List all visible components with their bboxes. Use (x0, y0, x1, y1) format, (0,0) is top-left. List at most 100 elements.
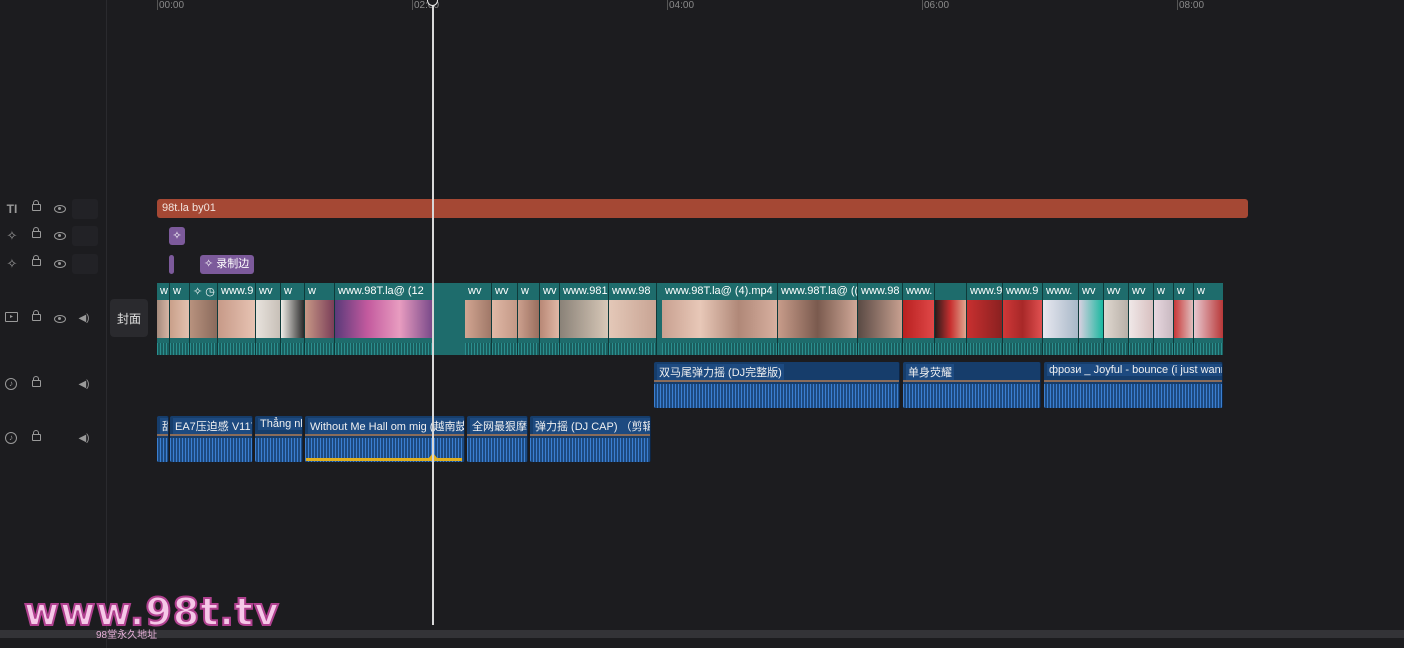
audio-waveform (518, 343, 539, 355)
video-clip[interactable]: wv (256, 283, 281, 355)
video-clip-label: www.98T.la@ (12 (338, 285, 424, 297)
video-clip[interactable]: w (1154, 283, 1174, 355)
text-clip[interactable]: 98t.la by01 (157, 199, 1248, 218)
video-clip[interactable]: www.9 (1003, 283, 1043, 355)
audio-waveform (1003, 343, 1042, 355)
volume-line[interactable] (157, 434, 168, 436)
volume-line[interactable] (1044, 380, 1222, 382)
effect-clip[interactable]: ✧ (169, 227, 185, 245)
playhead[interactable] (432, 0, 434, 625)
audio-clip[interactable]: 全网最狠摩托 (467, 416, 528, 462)
video-clip[interactable]: www.9 (967, 283, 1003, 355)
video-clip[interactable]: w (281, 283, 305, 355)
lock-icon[interactable] (32, 310, 41, 321)
volume-line[interactable] (305, 434, 464, 436)
video-clip[interactable]: w (1174, 283, 1194, 355)
eye-icon[interactable] (54, 232, 66, 240)
eye-icon[interactable] (54, 205, 66, 213)
video-clip[interactable]: wv (1079, 283, 1104, 355)
lock-icon[interactable] (32, 200, 41, 211)
video-clip-label: www.98T.la@ (( (781, 285, 858, 297)
video-clip[interactable] (935, 283, 967, 355)
video-clip[interactable]: www.981 (560, 283, 609, 355)
video-thumbnail (218, 300, 255, 338)
audio-waveform (1104, 343, 1128, 355)
video-clip-label: wv (495, 285, 509, 297)
speaker-icon[interactable]: ◀) (77, 432, 91, 446)
lock-icon[interactable] (32, 255, 41, 266)
lock-icon[interactable] (32, 376, 41, 387)
audio-clip-label: 甜 (160, 418, 168, 434)
video-clip[interactable]: www.9 (218, 283, 256, 355)
video-thumbnail (170, 300, 189, 338)
keyframe-line[interactable] (306, 458, 462, 461)
audio-clip[interactable]: Without Me Hall om mig (越南鼓 (305, 416, 465, 462)
video-track-icon: ▸ (5, 312, 18, 322)
video-thumbnail (492, 300, 517, 338)
video-clip[interactable]: wv (1104, 283, 1129, 355)
video-clip[interactable]: www.98 (609, 283, 657, 355)
video-clip[interactable]: w (518, 283, 540, 355)
audio-clip[interactable]: 单身荧耀 (903, 362, 1041, 408)
volume-line[interactable] (530, 434, 650, 436)
video-clip-label: www.98T.la@ (4).mp4 (665, 285, 773, 297)
audio-waveform (560, 343, 608, 355)
eye-icon[interactable] (54, 260, 66, 268)
volume-line[interactable] (170, 434, 252, 436)
video-clip[interactable]: wv (465, 283, 492, 355)
audio-waveform (305, 343, 334, 355)
track-extra-button[interactable] (72, 199, 98, 219)
video-clip[interactable]: www. (1043, 283, 1079, 355)
volume-line[interactable] (255, 434, 302, 436)
video-thumbnail (1154, 300, 1173, 338)
audio-clip[interactable]: 弹力摇 (DJ CAP) （剪辑版 (530, 416, 651, 462)
effect-track-controls: ✧ (0, 253, 100, 275)
audio-clip[interactable]: 双马尾弹力摇 (DJ完整版) (654, 362, 900, 408)
volume-line[interactable] (654, 380, 899, 382)
audio-track-controls: ♪ ◀) (0, 374, 100, 396)
video-clip[interactable]: wv (540, 283, 560, 355)
video-clip[interactable]: www.98T.la@ (( (778, 283, 858, 355)
audio-clip[interactable]: EA7压迫感 V117 (170, 416, 253, 462)
track-extra-button[interactable] (72, 254, 98, 274)
lock-icon[interactable] (32, 227, 41, 238)
cover-button[interactable]: 封面 (110, 299, 148, 337)
volume-line[interactable] (903, 380, 1040, 382)
audio-clip[interactable]: фрози _ Joyful - bounce (i just wanna (1044, 362, 1223, 408)
video-clip[interactable]: w (157, 283, 170, 355)
video-thumbnail (518, 300, 539, 338)
timeline-ruler[interactable]: 00:00 02:00 04:00 06:00 08:00 (107, 0, 1404, 12)
video-clip[interactable]: www.98 (858, 283, 903, 355)
video-clip[interactable]: www.98T.la@ (4).mp4 (662, 283, 778, 355)
audio-waveform (967, 343, 1002, 355)
video-thumbnail (858, 300, 902, 338)
video-clip-label: w (1177, 285, 1185, 297)
video-clip[interactable]: w (305, 283, 335, 355)
effect-clip[interactable]: ✧ 录制边 (200, 255, 254, 274)
speaker-icon[interactable]: ◀) (77, 378, 91, 392)
volume-line[interactable] (467, 434, 527, 436)
audio-waveform (1154, 343, 1173, 355)
video-clip[interactable]: wv (1129, 283, 1154, 355)
track-extra-button[interactable] (72, 226, 98, 246)
video-clip[interactable]: www. (903, 283, 935, 355)
video-clip[interactable]: ✧ ◷ (190, 283, 218, 355)
audio-clip[interactable]: Thẳng nh (255, 416, 303, 462)
sparkle-icon: ✧ (6, 256, 18, 271)
video-clip[interactable]: w (1194, 283, 1223, 355)
audio-waveform (1044, 384, 1222, 408)
ruler-tick (1177, 0, 1178, 10)
effect-clip[interactable] (169, 255, 174, 274)
eye-icon[interactable] (54, 315, 66, 323)
ruler-tick (412, 0, 413, 10)
video-clip[interactable]: www.98T.la@ (12 (335, 283, 433, 355)
video-clip[interactable]: w (170, 283, 190, 355)
audio-clip-label: Without Me Hall om mig (越南鼓 (308, 418, 464, 434)
lock-icon[interactable] (32, 430, 41, 441)
audio-waveform (335, 343, 432, 355)
speaker-icon[interactable]: ◀) (77, 312, 91, 326)
video-thumbnail (967, 300, 1002, 338)
video-clip-label: w (308, 285, 316, 297)
video-clip[interactable]: wv (492, 283, 518, 355)
audio-clip[interactable]: 甜 (157, 416, 169, 462)
